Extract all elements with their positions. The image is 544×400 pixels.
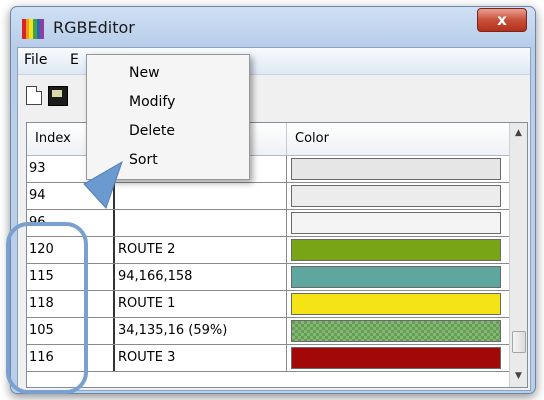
table-row[interactable]: 120 ROUTE 2 bbox=[27, 237, 509, 264]
menu-item-new[interactable]: New bbox=[129, 65, 160, 81]
menu-edit[interactable]: E bbox=[70, 52, 79, 68]
color-swatch bbox=[291, 185, 501, 207]
color-cell[interactable] bbox=[287, 318, 509, 344]
table-row[interactable]: 105 34,135,16 (59%) bbox=[27, 318, 509, 345]
name-cell[interactable]: ROUTE 3 bbox=[115, 345, 287, 371]
color-cell[interactable] bbox=[287, 345, 509, 371]
scroll-thumb[interactable] bbox=[512, 331, 526, 353]
save-disk-icon[interactable] bbox=[48, 86, 68, 106]
table-row[interactable]: 96 bbox=[27, 210, 509, 237]
color-cell[interactable] bbox=[287, 291, 509, 317]
color-swatch bbox=[291, 293, 501, 315]
color-cell[interactable] bbox=[287, 210, 509, 236]
table-row[interactable]: 118 ROUTE 1 bbox=[27, 291, 509, 318]
color-swatch bbox=[291, 266, 501, 288]
new-document-icon[interactable] bbox=[26, 86, 42, 105]
vertical-scrollbar[interactable]: ▲ ▼ bbox=[509, 123, 527, 387]
rgb-app-icon bbox=[22, 19, 45, 39]
color-swatch bbox=[291, 320, 501, 342]
scroll-up-arrow-icon[interactable]: ▲ bbox=[510, 125, 527, 142]
title-bar[interactable]: RGBEditor x bbox=[11, 7, 535, 47]
table-row[interactable]: 115 94,166,158 bbox=[27, 264, 509, 291]
scroll-down-arrow-icon[interactable]: ▼ bbox=[510, 368, 527, 385]
menu-item-modify[interactable]: Modify bbox=[129, 94, 175, 110]
color-swatch bbox=[291, 212, 501, 234]
window-title: RGBEditor bbox=[53, 18, 135, 37]
menu-file[interactable]: File bbox=[24, 52, 47, 68]
pointer-arrow-annotation bbox=[83, 160, 123, 209]
name-cell[interactable] bbox=[115, 210, 287, 236]
color-cell[interactable] bbox=[287, 264, 509, 290]
highlight-ring-annotation bbox=[6, 222, 88, 394]
color-swatch bbox=[291, 239, 501, 261]
color-cell[interactable] bbox=[287, 183, 509, 209]
menu-item-delete[interactable]: Delete bbox=[129, 123, 175, 139]
table-row[interactable]: 116 ROUTE 3 bbox=[27, 345, 509, 372]
name-cell[interactable]: 34,135,16 (59%) bbox=[115, 318, 287, 344]
name-cell[interactable] bbox=[115, 183, 287, 209]
color-cell[interactable] bbox=[287, 156, 509, 182]
name-cell[interactable]: ROUTE 2 bbox=[115, 237, 287, 263]
icon-stripe bbox=[40, 19, 45, 39]
name-cell[interactable]: 94,166,158 bbox=[115, 264, 287, 290]
close-button[interactable]: x bbox=[477, 8, 527, 32]
color-swatch bbox=[291, 158, 501, 180]
color-swatch bbox=[291, 347, 501, 369]
name-cell[interactable]: ROUTE 1 bbox=[115, 291, 287, 317]
column-header-color[interactable]: Color bbox=[287, 123, 509, 155]
color-cell[interactable] bbox=[287, 237, 509, 263]
